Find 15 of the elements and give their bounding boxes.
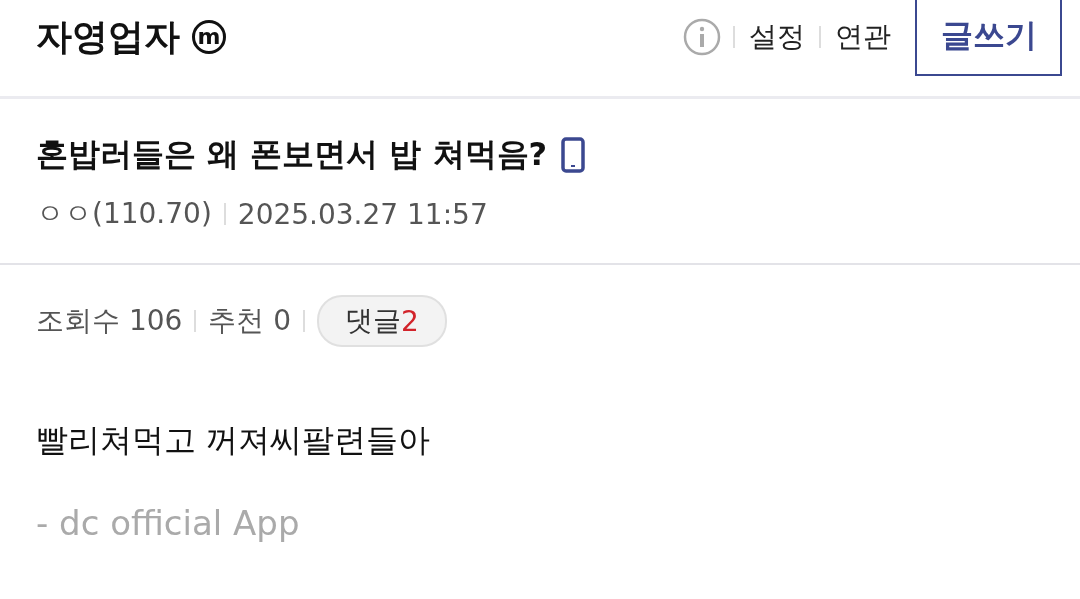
post-date: 2025.03.27 11:57	[237, 197, 488, 231]
post-signature: - dc official App	[36, 503, 301, 543]
write-button[interactable]: 글쓰기	[915, 0, 1062, 76]
author-name: ㅇㅇ(110.70)	[36, 196, 212, 232]
recommend-count: 추천 0	[208, 303, 292, 339]
view-count: 조회수 106	[36, 303, 183, 339]
phone-icon	[561, 137, 586, 173]
post-body: 빨리쳐먹고 꺼져씨팔련들아	[36, 420, 432, 461]
info-icon[interactable]	[683, 18, 721, 56]
gallery-name: 자영업자	[36, 15, 180, 59]
minor-gallery-badge: m	[192, 20, 226, 54]
comments-button[interactable]: 댓글2	[317, 295, 447, 347]
header-link[interactable]: 설정	[747, 18, 807, 56]
post-title: 혼밥러들은 왜 폰보면서 밥 쳐먹음?	[36, 134, 548, 175]
header-link[interactable]: 연관	[833, 18, 893, 56]
